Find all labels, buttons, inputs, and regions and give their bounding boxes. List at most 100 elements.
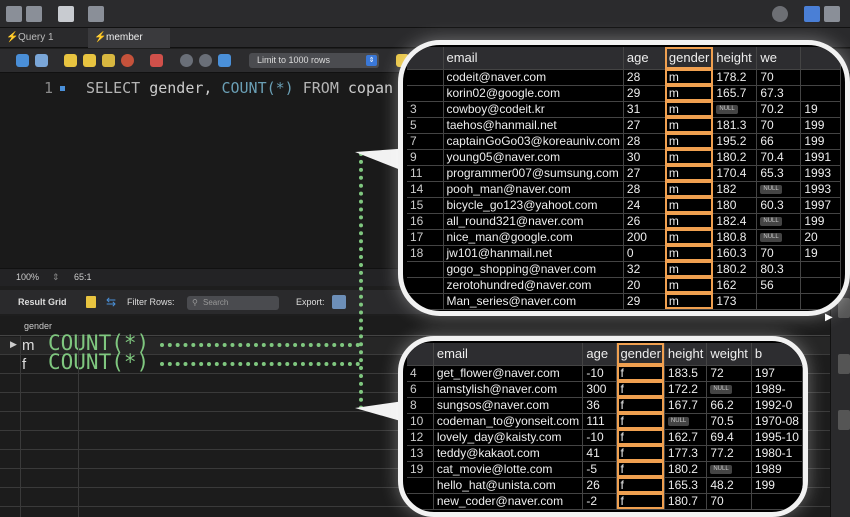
column-header: b	[751, 343, 803, 366]
table-cell: 170.4	[712, 165, 758, 182]
main-toolbar	[0, 0, 850, 28]
table-cell: zerotohundred@naver.com	[443, 277, 624, 294]
export-icon[interactable]	[332, 295, 346, 309]
new-connection-icon[interactable]	[6, 6, 22, 22]
row-index-cell: 14	[407, 181, 444, 198]
execute-icon[interactable]	[64, 54, 77, 67]
column-header: email	[433, 343, 584, 366]
table-cell: iamstylish@naver.com	[433, 381, 584, 398]
table-cell: m	[665, 245, 714, 262]
autocommit-icon[interactable]	[218, 54, 231, 67]
sql-text[interactable]: SELECT gender, COUNT(*) FROM copan	[86, 79, 393, 97]
table-cell: new_coder@naver.com	[433, 493, 584, 510]
table-cell: 80.3	[756, 261, 802, 278]
table-row: zerotohundred@naver.com 20 m 162 56	[407, 277, 842, 294]
table-cell: cowboy@codeit.kr	[443, 101, 624, 118]
row-index-cell: 19	[407, 461, 434, 478]
table-row: 12 lovely_day@kaisty.com -10 f 162.7 69.4 1995…	[407, 429, 803, 446]
result-grid-label[interactable]: Result Grid	[18, 297, 67, 307]
row-index-cell: 7	[407, 133, 444, 150]
explain-icon[interactable]	[102, 54, 115, 67]
table-cell: NULL	[706, 461, 752, 478]
rollback-icon[interactable]	[199, 54, 212, 67]
commit-icon[interactable]	[180, 54, 193, 67]
open-file-icon[interactable]	[16, 54, 29, 67]
row-index-cell	[407, 277, 444, 294]
table-cell: 69.4	[706, 429, 752, 446]
table-cell: young05@naver.com	[443, 149, 624, 166]
table-cell: m	[665, 117, 714, 134]
row-index-cell	[407, 493, 434, 510]
row-index-cell: 11	[407, 165, 444, 182]
limit-rows-select[interactable]: Limit to 1000 rows ⇕	[249, 53, 379, 68]
open-sql-icon[interactable]	[26, 6, 42, 22]
table-cell: 180.2	[664, 461, 708, 478]
table-row: 10 codeman_to@yonseit.com 111 f NULL 70.5 1970…	[407, 413, 803, 430]
table-row: 3 cowboy@codeit.kr 31 m NULL 70.2 19	[407, 101, 842, 118]
table-cell: 28	[623, 133, 666, 150]
gender-cell[interactable]: m	[22, 337, 35, 355]
table-cell: NULL	[756, 229, 802, 246]
save-icon[interactable]	[35, 54, 48, 67]
account-icon[interactable]	[772, 6, 788, 22]
chevron-down-icon: ⇕	[366, 55, 377, 66]
inspector-icon[interactable]	[58, 6, 74, 22]
connector-line	[160, 343, 360, 347]
toggle-sidebar-icon[interactable]	[804, 6, 820, 22]
filter-search-input[interactable]: ⚲ Search	[187, 296, 279, 310]
row-index-cell: 12	[407, 429, 434, 446]
table-cell: sungsos@naver.com	[433, 397, 584, 414]
row-index-cell	[407, 477, 434, 494]
row-index-cell: 6	[407, 381, 434, 398]
table-cell: 36	[582, 397, 618, 414]
table-cell: 60.3	[756, 197, 802, 214]
migration-icon[interactable]	[88, 6, 104, 22]
table-cell: 29	[623, 293, 666, 310]
table-row: hello_hat@unista.com 26 f 165.3 48.2 199	[407, 477, 803, 494]
grid-view-icon[interactable]	[86, 296, 96, 308]
column-divider	[78, 336, 79, 517]
search-icon: ⚲	[192, 298, 198, 307]
bolt-icon: ⚡	[94, 32, 107, 43]
stop-icon[interactable]	[121, 54, 134, 67]
table-cell: 19	[800, 245, 842, 262]
table-cell: 178.2	[712, 69, 758, 86]
refresh-icon[interactable]: ⇆	[106, 295, 116, 309]
count-annotation: COUNT(*)	[48, 350, 150, 374]
tab-member[interactable]: ⚡ member	[88, 28, 170, 48]
table-cell: 162.7	[664, 429, 708, 446]
table-row: gogo_shopping@naver.com 32 m 180.2 80.3	[407, 261, 842, 278]
column-header	[800, 47, 842, 70]
toggle-error-icon[interactable]	[150, 54, 163, 67]
table-row: 11 programmer007@sumsung.com 27 m 170.4 65.3 1…	[407, 165, 842, 182]
null-badge: NULL	[760, 233, 782, 243]
zoom-level[interactable]: 100%	[16, 272, 39, 282]
tab-label: Query 1	[18, 32, 54, 43]
stepper-icon[interactable]: ⇕	[52, 272, 60, 283]
toggle-output-icon[interactable]	[824, 6, 840, 22]
table-cell: NULL	[664, 413, 708, 430]
table-cell: taehos@hanmail.net	[443, 117, 624, 134]
gender-cell[interactable]: f	[22, 356, 26, 374]
index-header	[407, 343, 434, 366]
table-cell: 200	[623, 229, 666, 246]
form-editor-side-icon[interactable]	[838, 354, 850, 374]
table-cell: -5	[582, 461, 618, 478]
table-cell: 70	[756, 245, 802, 262]
table-cell: get_flower@naver.com	[433, 365, 584, 382]
chevron-right-icon[interactable]: ▶	[825, 312, 833, 323]
table-cell: codeman_to@yonseit.com	[433, 413, 584, 430]
female-rows-table: email age gender height weight b 4 get_fl…	[407, 343, 803, 510]
magnified-table-female: email age gender height weight b 4 get_fl…	[398, 336, 808, 517]
table-cell: f	[616, 397, 665, 414]
table-cell: 1991	[800, 149, 842, 166]
table-cell: 173	[712, 293, 758, 310]
table-cell: 167.7	[664, 397, 708, 414]
execute-current-icon[interactable]	[83, 54, 96, 67]
table-cell: -10	[582, 365, 618, 382]
table-cell: 172.2	[664, 381, 708, 398]
tab-query-1[interactable]: ⚡ Query 1	[0, 28, 86, 48]
row-index-cell: 9	[407, 149, 444, 166]
field-types-side-icon[interactable]	[838, 410, 850, 430]
index-header	[407, 47, 444, 70]
